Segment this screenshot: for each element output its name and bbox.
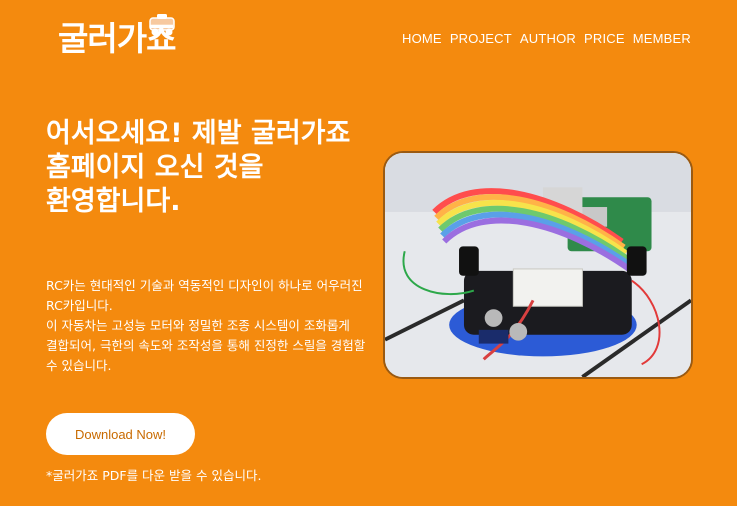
main-nav: HOME PROJECT AUTHOR PRICE MEMBER bbox=[402, 31, 699, 46]
nav-home[interactable]: HOME bbox=[402, 31, 442, 46]
site-logo[interactable]: 굴러가죠 bbox=[58, 14, 176, 58]
download-note: *굴러가죠 PDF를 다운 받을 수 있습니다. bbox=[46, 468, 262, 483]
nav-member[interactable]: MEMBER bbox=[633, 31, 691, 46]
description-line-1: RC카는 현대적인 기술과 역동적인 디자인이 하나로 어우러진 RC카입니다. bbox=[46, 278, 363, 313]
nav-price[interactable]: PRICE bbox=[584, 31, 625, 46]
description-line-2: 이 자동차는 고성능 모터와 정밀한 조종 시스템이 조화롭게 결합되어, 극한… bbox=[46, 318, 366, 373]
logo-text: 굴러가죠 bbox=[58, 19, 176, 58]
download-button[interactable]: Download Now! bbox=[46, 413, 195, 455]
rc-car-illustration bbox=[385, 153, 691, 377]
rc-car-photo bbox=[383, 151, 693, 379]
hero-headline: 어서오세요! 제발 굴러가죠 홈페이지 오신 것을 환영합니다. bbox=[46, 118, 351, 217]
nav-project[interactable]: PROJECT bbox=[450, 31, 512, 46]
hero-description: RC카는 현대적인 기술과 역동적인 디자인이 하나로 어우러진 RC카입니다.… bbox=[46, 276, 366, 376]
nav-author[interactable]: AUTHOR bbox=[520, 31, 576, 46]
